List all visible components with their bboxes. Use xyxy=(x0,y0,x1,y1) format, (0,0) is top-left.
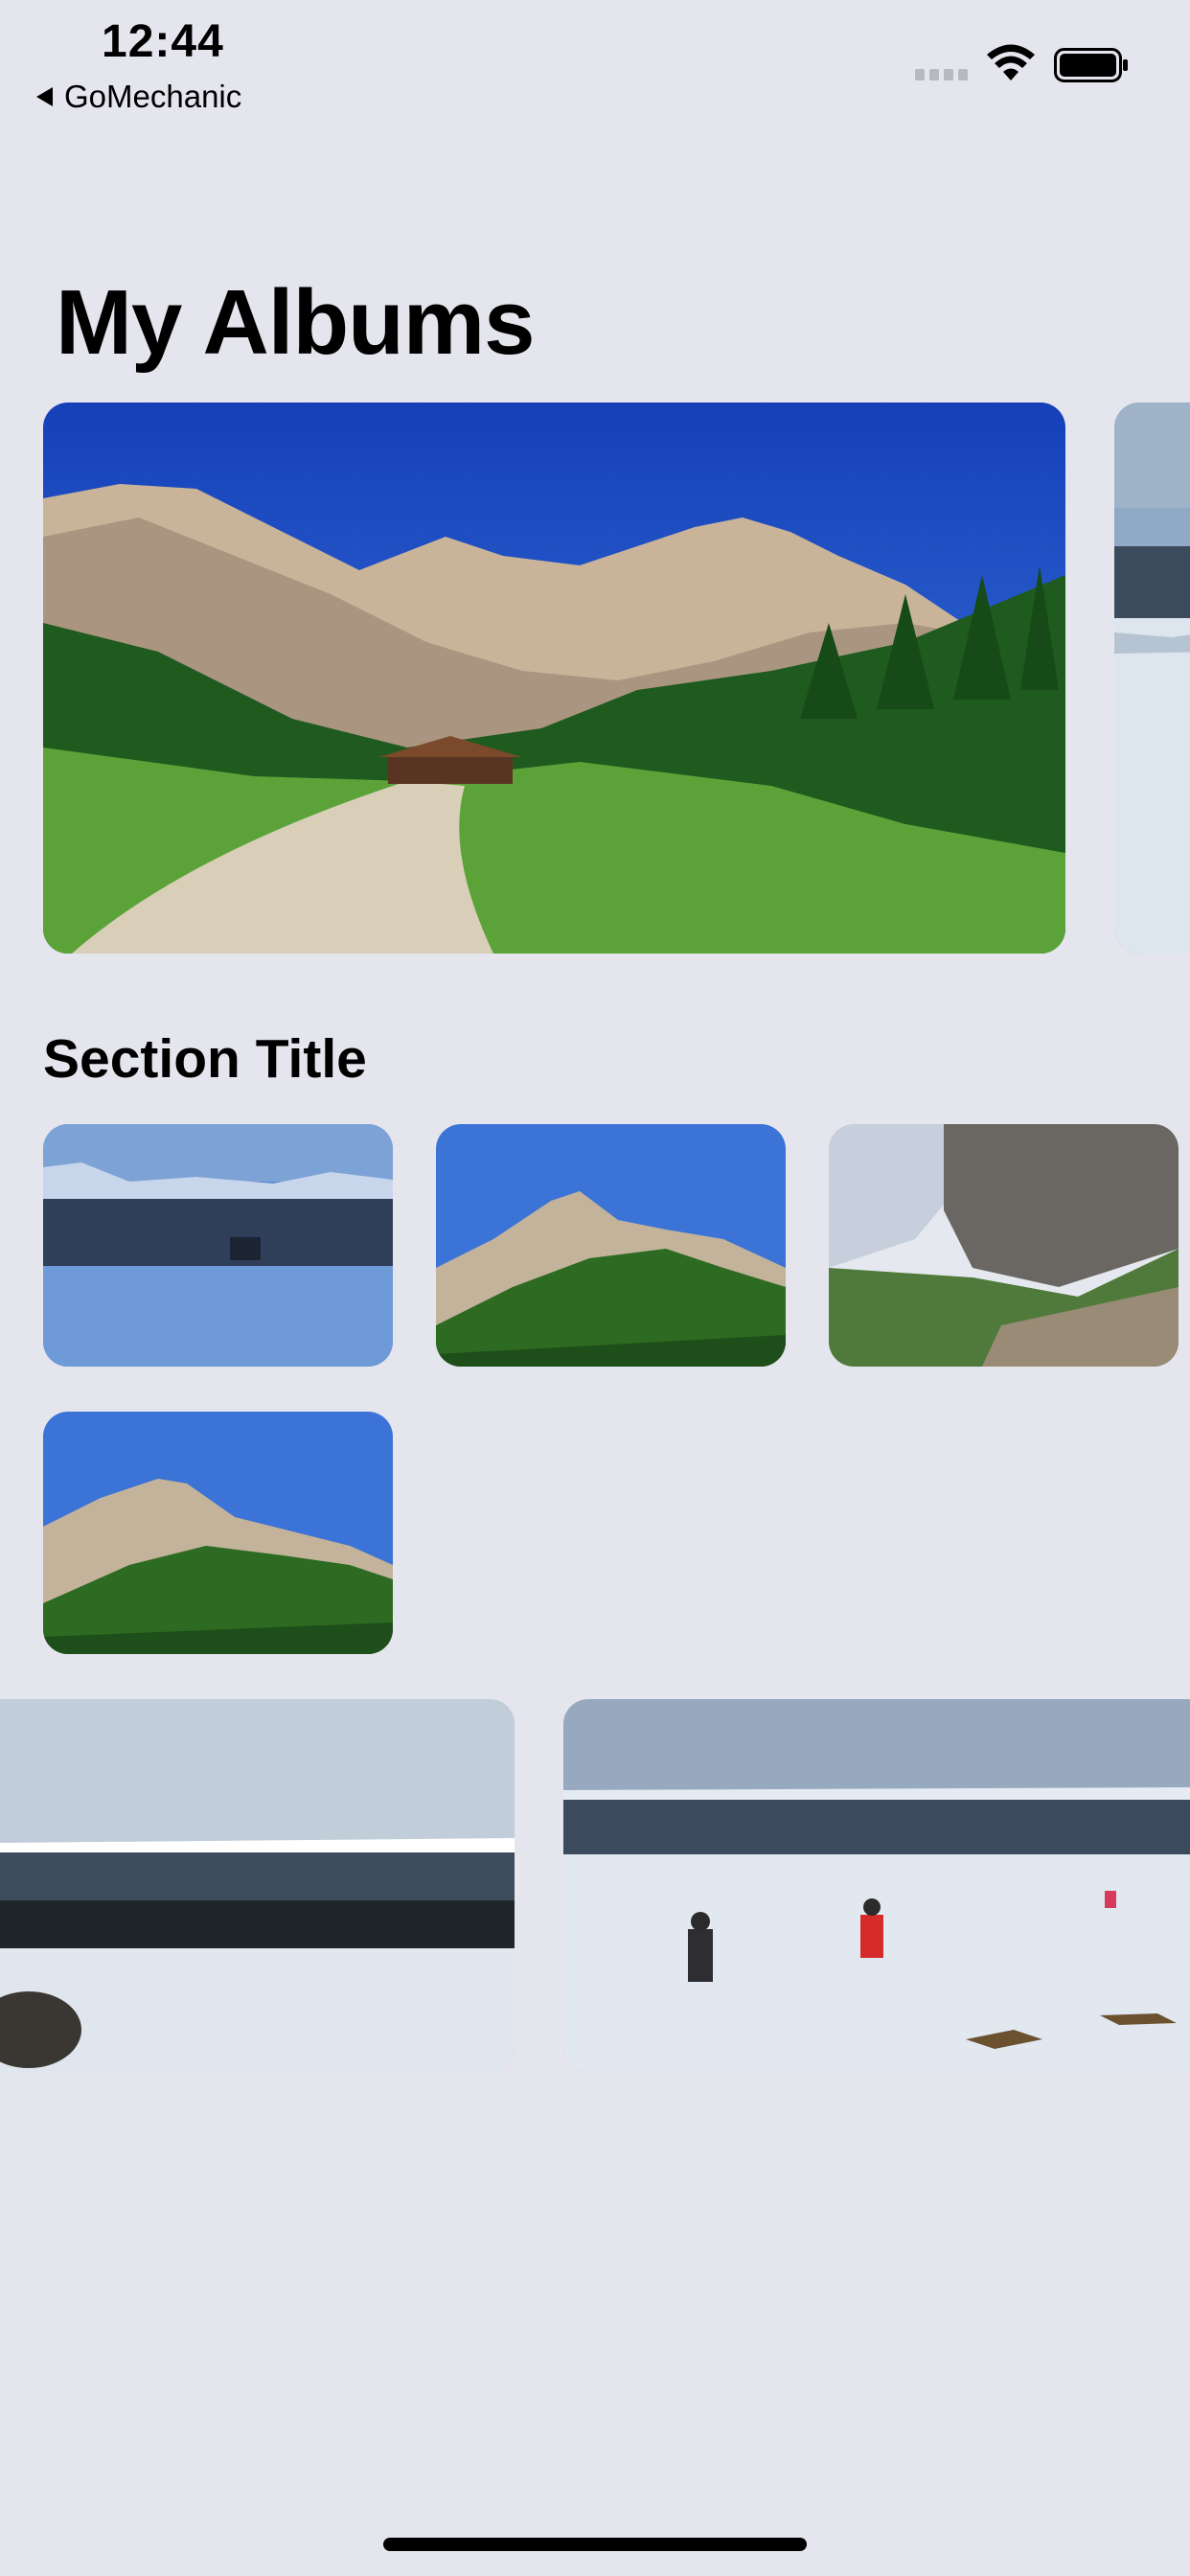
grid-photo-frozen-lake[interactable] xyxy=(43,1124,393,1367)
back-to-app-button[interactable]: GoMechanic xyxy=(36,79,241,115)
section-title: Section Title xyxy=(43,1028,367,1090)
home-indicator[interactable] xyxy=(383,2538,807,2551)
back-arrow-icon xyxy=(36,87,53,106)
cellular-signal-icon xyxy=(915,69,968,80)
bottom-photo-coastal-snow[interactable] xyxy=(0,1699,515,2072)
back-label: GoMechanic xyxy=(64,79,242,114)
grid-photo-cliff-face[interactable] xyxy=(829,1124,1179,1367)
grid-photo-mountain-peak[interactable] xyxy=(436,1124,786,1367)
battery-icon xyxy=(1054,48,1128,82)
featured-photo-snowy-lakeshore[interactable] xyxy=(1114,402,1190,954)
featured-photo-alpine-meadow[interactable] xyxy=(43,402,1065,954)
bottom-photo-skiers[interactable] xyxy=(563,1699,1190,2072)
grid-photo-mountain-peak-2[interactable] xyxy=(43,1412,393,1654)
status-time: 12:44 xyxy=(102,16,224,67)
page-title: My Albums xyxy=(56,271,535,374)
wifi-icon xyxy=(987,44,1035,80)
